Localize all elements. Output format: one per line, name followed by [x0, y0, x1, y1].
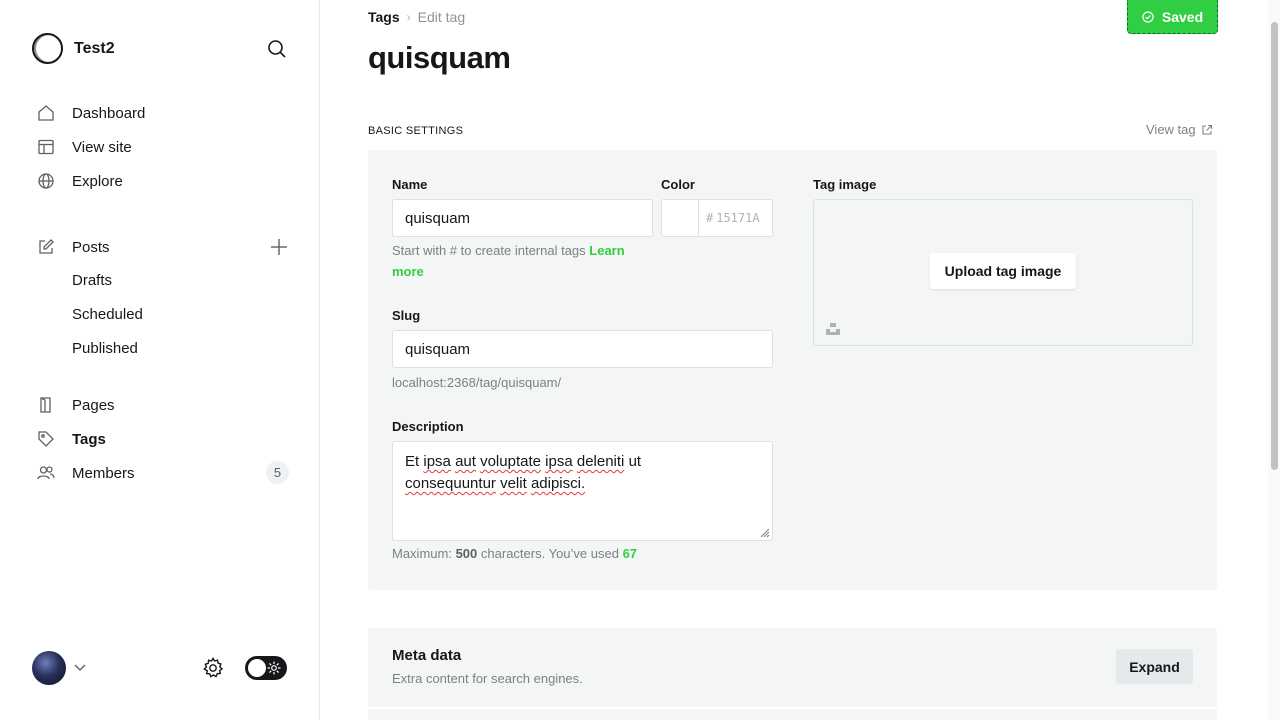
- slug-label: Slug: [392, 308, 421, 323]
- tag-image-dropzone[interactable]: Upload tag image: [813, 199, 1193, 346]
- unsplash-icon[interactable]: [825, 320, 841, 336]
- name-hint-text: Start with # to create internal tags: [392, 243, 586, 258]
- color-hex-input[interactable]: # 15171A: [699, 199, 773, 237]
- sun-icon: [267, 661, 281, 675]
- sidebar-item-label: Dashboard: [72, 104, 146, 122]
- count-middle: characters. You’ve used: [480, 546, 619, 561]
- breadcrumb-current: Edit tag: [417, 9, 466, 25]
- basic-settings-heading: BASIC SETTINGS: [368, 125, 464, 137]
- basic-settings-panel: Name quisquam Start with # to create int…: [368, 150, 1217, 590]
- members-count-badge: 5: [266, 461, 289, 484]
- sidebar-item-posts[interactable]: Posts: [36, 235, 110, 259]
- sidebar-item-label: Pages: [72, 396, 115, 414]
- sidebar-item-label: Explore: [72, 172, 123, 190]
- saved-button[interactable]: Saved: [1127, 0, 1218, 34]
- saved-label: Saved: [1161, 8, 1204, 25]
- sidebar-item-explore[interactable]: Explore: [36, 169, 123, 193]
- gear-icon[interactable]: [201, 656, 225, 680]
- user-avatar[interactable]: [32, 651, 66, 685]
- members-icon: [36, 463, 56, 483]
- count-prefix: Maximum:: [392, 546, 452, 561]
- description-word: velit: [500, 475, 527, 492]
- main-content: Tags › Edit tag Saved quisquam BASIC SET…: [320, 0, 1268, 720]
- breadcrumb-tags-link[interactable]: Tags: [368, 9, 400, 25]
- theme-toggle[interactable]: [245, 656, 287, 680]
- breadcrumb: Tags › Edit tag: [368, 9, 465, 25]
- description-word: ipsa: [423, 453, 451, 470]
- sidebar-item-scheduled[interactable]: Scheduled: [72, 306, 143, 323]
- external-link-icon: [1202, 124, 1212, 135]
- scrollbar-thumb[interactable]: [1271, 22, 1278, 470]
- sidebar-item-dashboard[interactable]: Dashboard: [36, 101, 145, 125]
- site-name: Test2: [74, 39, 115, 57]
- sidebar-item-label: Members: [72, 464, 135, 482]
- name-input[interactable]: quisquam: [392, 199, 653, 237]
- sidebar: Test2 Dashboard View site Explore Posts …: [0, 0, 320, 720]
- scrollbar[interactable]: [1268, 0, 1280, 720]
- slug-url-hint: localhost:2368/tag/quisquam/: [392, 375, 562, 390]
- view-tag-link[interactable]: View tag: [1146, 122, 1213, 137]
- description-word: adipisci.: [530, 475, 586, 492]
- layout-icon: [36, 137, 56, 157]
- description-textarea[interactable]: Et ipsa aut voluptate ipsa deleniti ut c…: [392, 441, 773, 541]
- breadcrumb-separator: ›: [406, 10, 411, 24]
- slug-input[interactable]: quisquam: [392, 330, 773, 368]
- color-hash: #: [706, 211, 714, 225]
- site-logo-icon: [32, 33, 63, 64]
- next-section-edge: [368, 707, 1217, 720]
- description-word: deleniti: [576, 453, 625, 470]
- description-word: voluptate: [480, 453, 541, 470]
- site-brand[interactable]: Test2: [32, 33, 115, 64]
- toggle-knob: [248, 659, 266, 677]
- sidebar-item-label: View site: [72, 138, 132, 156]
- description-word: ipsa: [545, 453, 573, 470]
- count-used: 67: [622, 546, 638, 561]
- description-word: consequuntur: [405, 475, 496, 492]
- edit-icon: [36, 237, 56, 257]
- sidebar-item-published[interactable]: Published: [72, 340, 138, 357]
- description-label: Description: [392, 419, 464, 434]
- page-title: quisquam: [368, 40, 511, 75]
- sidebar-item-tags[interactable]: Tags: [36, 427, 106, 451]
- character-count-hint: Maximum: 500 characters. You’ve used 67: [392, 546, 637, 561]
- meta-data-section: Meta data Extra content for search engin…: [368, 628, 1217, 708]
- tag-image-label: Tag image: [813, 177, 877, 192]
- description-word: aut: [455, 453, 476, 470]
- meta-data-subtitle: Extra content for search engines.: [392, 671, 583, 686]
- sidebar-item-label: Posts: [72, 238, 110, 256]
- meta-data-title: Meta data: [392, 647, 462, 664]
- chevron-down-icon[interactable]: [73, 660, 87, 674]
- view-tag-label: View tag: [1146, 122, 1196, 137]
- color-label: Color: [661, 177, 695, 192]
- name-hint: Start with # to create internal tags Lea…: [392, 240, 652, 282]
- color-placeholder: 15171A: [716, 211, 760, 225]
- color-swatch[interactable]: [661, 199, 699, 237]
- sidebar-item-pages[interactable]: Pages: [36, 393, 115, 417]
- sidebar-item-members[interactable]: Members: [36, 461, 135, 485]
- description-word: Et: [405, 453, 420, 470]
- sidebar-item-drafts[interactable]: Drafts: [72, 272, 112, 289]
- check-circle-icon: [1142, 10, 1154, 23]
- expand-button[interactable]: Expand: [1116, 649, 1193, 684]
- new-post-plus-icon[interactable]: [268, 236, 290, 258]
- globe-icon: [36, 171, 56, 191]
- count-max: 500: [455, 546, 478, 561]
- page-icon: [36, 395, 56, 415]
- sidebar-item-view-site[interactable]: View site: [36, 135, 132, 159]
- name-label: Name: [392, 177, 428, 192]
- sidebar-item-label: Tags: [72, 430, 106, 448]
- search-icon[interactable]: [265, 37, 289, 61]
- upload-tag-image-button[interactable]: Upload tag image: [930, 253, 1076, 289]
- home-icon: [36, 103, 56, 123]
- resize-handle-icon[interactable]: [760, 528, 770, 538]
- tag-icon: [36, 429, 56, 449]
- description-word: ut: [628, 453, 642, 470]
